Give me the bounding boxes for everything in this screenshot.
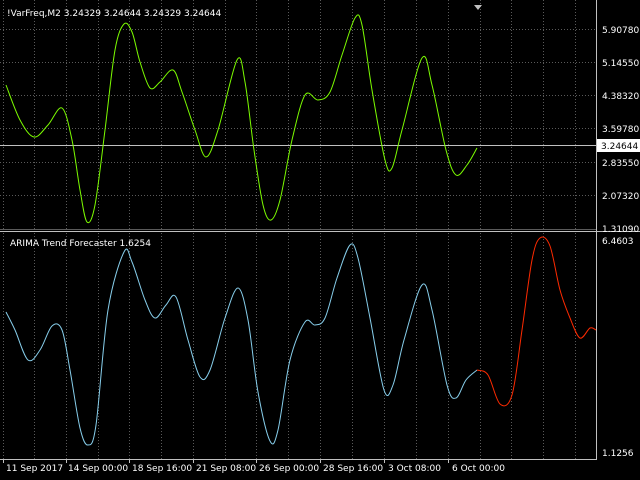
- top-pane-header: !VarFreq,M2 3.24329 3.24644 3.24329 3.24…: [7, 9, 221, 19]
- time-axis-label: 26 Sep 00:00: [259, 464, 319, 474]
- time-axis-label: 28 Sep 16:00: [323, 464, 383, 474]
- indicator-header: ARIMA Trend Forecaster 1.6254: [10, 239, 151, 249]
- time-axis-label: 11 Sep 2017: [6, 464, 63, 474]
- current-price-tag: 3.24644: [597, 139, 640, 152]
- bottom-axis-min-label: 1.1256: [602, 449, 634, 459]
- price-tag-value: 3.24644: [601, 142, 638, 152]
- time-axis-label: 3 Oct 08:00: [388, 464, 441, 474]
- time-axis-label: 18 Sep 16:00: [132, 464, 192, 474]
- top-axis-label: 1.31090: [602, 225, 639, 235]
- time-axis-label: 21 Sep 08:00: [196, 464, 256, 474]
- top-axis-label: 4.38320: [602, 92, 639, 102]
- top-axis-label: 5.90780: [602, 26, 639, 36]
- top-axis-label: 5.14550: [602, 59, 639, 69]
- bottom-axis-max-label: 6.4603: [602, 237, 634, 247]
- time-axis-label: 14 Sep 00:00: [68, 464, 128, 474]
- top-axis-label: 2.07320: [602, 192, 639, 202]
- top-axis-label: 3.59780: [602, 125, 639, 135]
- top-axis-label: 2.83550: [602, 159, 639, 169]
- chart-window[interactable]: 5.90780 5.14550 4.38320 3.59780 2.83550 …: [0, 0, 640, 480]
- time-axis-label: 6 Oct 00:00: [452, 464, 505, 474]
